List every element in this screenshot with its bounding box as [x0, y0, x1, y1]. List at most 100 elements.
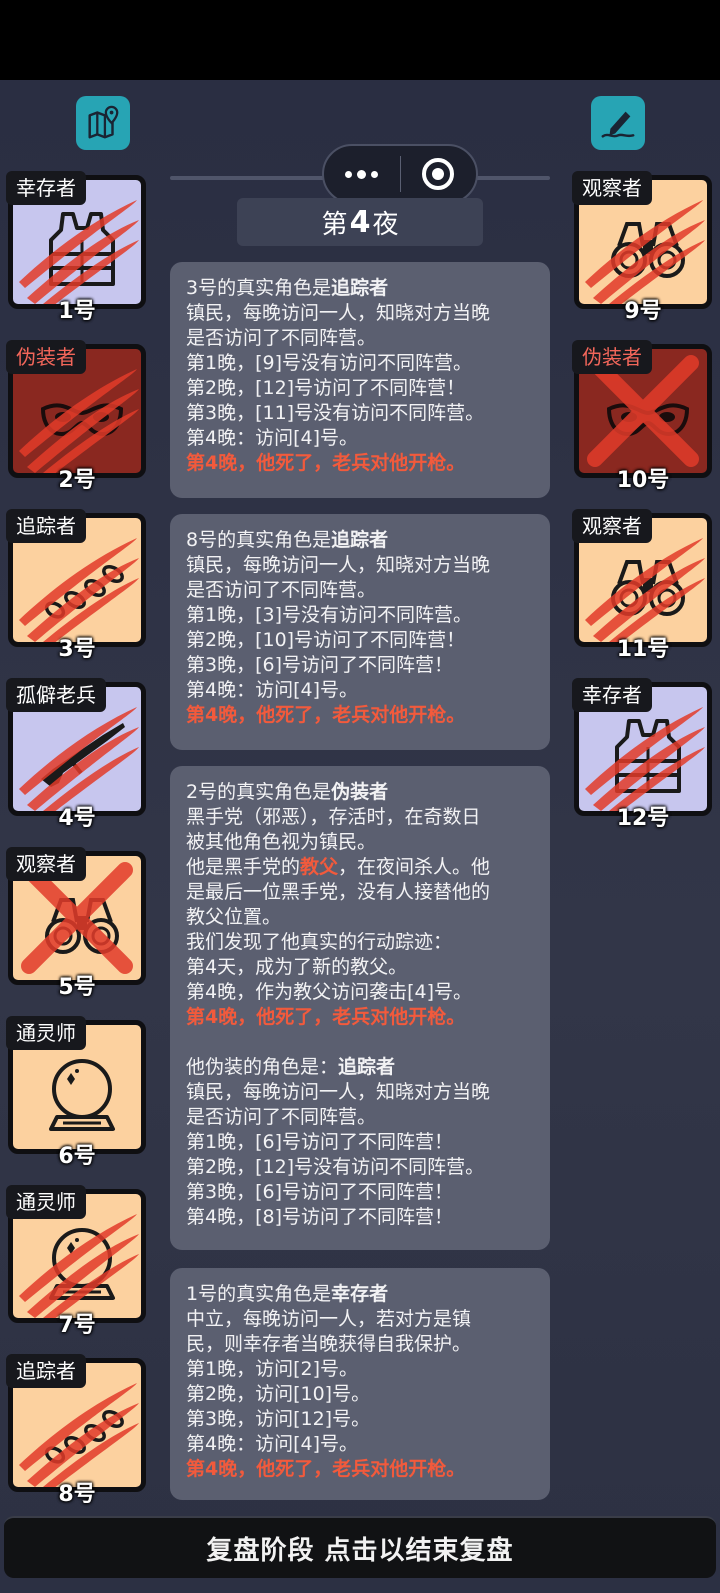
role-name-label: 观察者	[6, 847, 86, 881]
role-name-label: 孤僻老兵	[6, 678, 106, 712]
card-line: 镇民，每晚访问一人，知晓对方当晚	[186, 1081, 491, 1103]
night-number: 4	[349, 204, 371, 240]
player-number-label: 5号	[58, 975, 96, 1000]
disguise-title: 他伪装的角色是：追踪者	[186, 1056, 396, 1078]
player-number-label: 3号	[58, 637, 96, 662]
role-name-label: 幸存者	[6, 171, 86, 205]
card-line: 第4晚，[8]号访问了不同阵营！	[186, 1206, 454, 1228]
night-suffix: 夜	[372, 209, 399, 240]
card-line: 第1晚，[6]号访问了不同阵营！	[186, 1131, 454, 1153]
player-number-label: 2号	[58, 468, 96, 493]
card-line: 第3晚，[6]号访问了不同阵营！	[186, 654, 454, 676]
player-number-label: 1号	[58, 299, 96, 324]
player-slot-7[interactable]: 通灵师 7号	[6, 1185, 146, 1338]
player-number-label: 6号	[58, 1144, 96, 1169]
card-line: 镇民，每晚访问一人，知晓对方当晚	[186, 554, 491, 576]
cross-out-mark	[587, 355, 699, 467]
death-notice: 第4晚，他死了，老兵对他开枪。	[186, 1458, 466, 1480]
role-name-label: 幸存者	[572, 678, 652, 712]
card-title: 8号的真实角色是追踪者	[186, 529, 389, 551]
card-line: 第2晚，访问[10]号。	[186, 1383, 371, 1405]
card-line: 中立，每晚访问一人，若对方是镇	[186, 1308, 472, 1330]
card-line: 镇民，每晚访问一人，知晓对方当晚	[186, 302, 491, 324]
card-line: 是否访问了不同阵营。	[186, 327, 377, 349]
target-circle-icon	[422, 158, 455, 190]
card-line: 被其他角色视为镇民。	[186, 831, 377, 853]
card-line: 我们发现了他真实的行动踪迹：	[186, 931, 453, 953]
role-name-label: 通灵师	[6, 1016, 86, 1050]
claw-marks	[19, 707, 139, 811]
player-number-label: 11号	[616, 637, 670, 662]
player-slot-4[interactable]: 孤僻老兵 4号	[6, 678, 146, 831]
player-number-label: 8号	[58, 1482, 96, 1507]
card-line: 第4天，成为了新的教父。	[186, 956, 408, 978]
more-menu-button[interactable]	[324, 146, 400, 202]
death-notice: 第4晚，他死了，老兵对他开枪。	[186, 452, 466, 474]
card-line: 第4晚：访问[4]号。	[186, 679, 359, 701]
card-line: 第3晚，[11]号没有访问不同阵营。	[186, 402, 485, 424]
player-slot-11[interactable]: 观察者 11号	[572, 509, 712, 662]
player-number-label: 10号	[616, 468, 670, 493]
map-button[interactable]	[76, 96, 130, 150]
close-program-button[interactable]	[401, 146, 477, 202]
card-title: 3号的真实角色是追踪者	[186, 277, 389, 299]
player-slot-5[interactable]: 观察者 5号	[6, 847, 146, 1000]
more-dots-icon	[345, 169, 379, 179]
card-line: 第4晚：访问[4]号。	[186, 1433, 359, 1455]
card-title: 2号的真实角色是伪装者	[186, 781, 389, 803]
card-line: 是否访问了不同阵营。	[186, 1106, 377, 1128]
card-line: 是否访问了不同阵营。	[186, 579, 377, 601]
death-notice: 第4晚，他死了，老兵对他开枪。	[186, 1006, 466, 1028]
note-button[interactable]	[591, 96, 645, 150]
role-name-label: 伪装者	[6, 340, 86, 374]
player-slot-3[interactable]: 追踪者 3号	[6, 509, 146, 662]
claw-marks	[585, 707, 705, 811]
player-number-label: 9号	[624, 299, 662, 324]
mini-program-capsule	[322, 144, 478, 204]
player-number-label: 7号	[58, 1313, 96, 1338]
player-slot-10[interactable]: 伪装者 10号	[572, 340, 712, 493]
card-line: 第2晚，[12]号没有访问不同阵营。	[186, 1156, 485, 1178]
claw-marks	[19, 1383, 139, 1487]
card-line: 第1晚，[3]号没有访问不同阵营。	[186, 604, 473, 626]
player-slot-1[interactable]: 幸存者 1号	[6, 171, 146, 324]
death-notice: 第4晚，他死了，老兵对他开枪。	[186, 704, 466, 726]
night-title: 第 4 夜	[237, 198, 483, 246]
map-pin-icon	[88, 105, 119, 139]
role-name-label: 通灵师	[6, 1185, 86, 1219]
cross-out-mark	[21, 862, 133, 974]
role-reveal-card: 1号的真实角色是幸存者 中立，每晚访问一人，若对方是镇 民，则幸存者当晚获得自我…	[170, 1268, 550, 1500]
card-line: 他是黑手党的教父，在夜间杀人。他	[186, 856, 491, 878]
crystal-ball-icon	[49, 1059, 115, 1131]
card-line: 第3晚，访问[12]号。	[186, 1408, 371, 1430]
claw-marks	[19, 369, 139, 473]
card-line: 第1晚，访问[2]号。	[186, 1358, 359, 1380]
player-slot-12[interactable]: 幸存者 12号	[572, 678, 712, 831]
role-name-label: 追踪者	[6, 1354, 86, 1388]
claw-marks	[19, 1214, 139, 1318]
player-slot-6[interactable]: 通灵师 6号	[6, 1016, 146, 1169]
night-prefix: 第	[321, 209, 348, 240]
player-slot-9[interactable]: 观察者 9号	[572, 171, 712, 324]
end-review-button[interactable]: 复盘阶段 点击以结束复盘	[4, 1516, 716, 1578]
claw-marks	[585, 200, 705, 304]
card-line: 第2晚，[12]号访问了不同阵营！	[186, 377, 466, 399]
claw-marks	[19, 538, 139, 642]
role-name-label: 观察者	[572, 171, 652, 205]
player-slot-8[interactable]: 追踪者 8号	[6, 1354, 146, 1507]
role-name-label: 追踪者	[6, 509, 86, 543]
player-number-label: 4号	[58, 806, 96, 831]
card-line: 黑手党（邪恶），存活时，在奇数日	[186, 806, 481, 828]
player-number-label: 12号	[616, 806, 670, 831]
card-line: 是最后一位黑手党，没有人接替他的	[186, 881, 491, 903]
card-line: 第4晚，作为教父访问袭击[4]号。	[186, 981, 473, 1003]
claw-marks	[585, 538, 705, 642]
role-name-label: 观察者	[572, 509, 652, 543]
card-title: 1号的真实角色是幸存者	[186, 1283, 389, 1305]
player-slot-2[interactable]: 伪装者 2号	[6, 340, 146, 493]
card-line: 教父位置。	[186, 906, 282, 928]
card-line: 民，则幸存者当晚获得自我保护。	[186, 1333, 472, 1355]
status-bar	[0, 0, 720, 80]
card-line: 第4晚：访问[4]号。	[186, 427, 359, 449]
